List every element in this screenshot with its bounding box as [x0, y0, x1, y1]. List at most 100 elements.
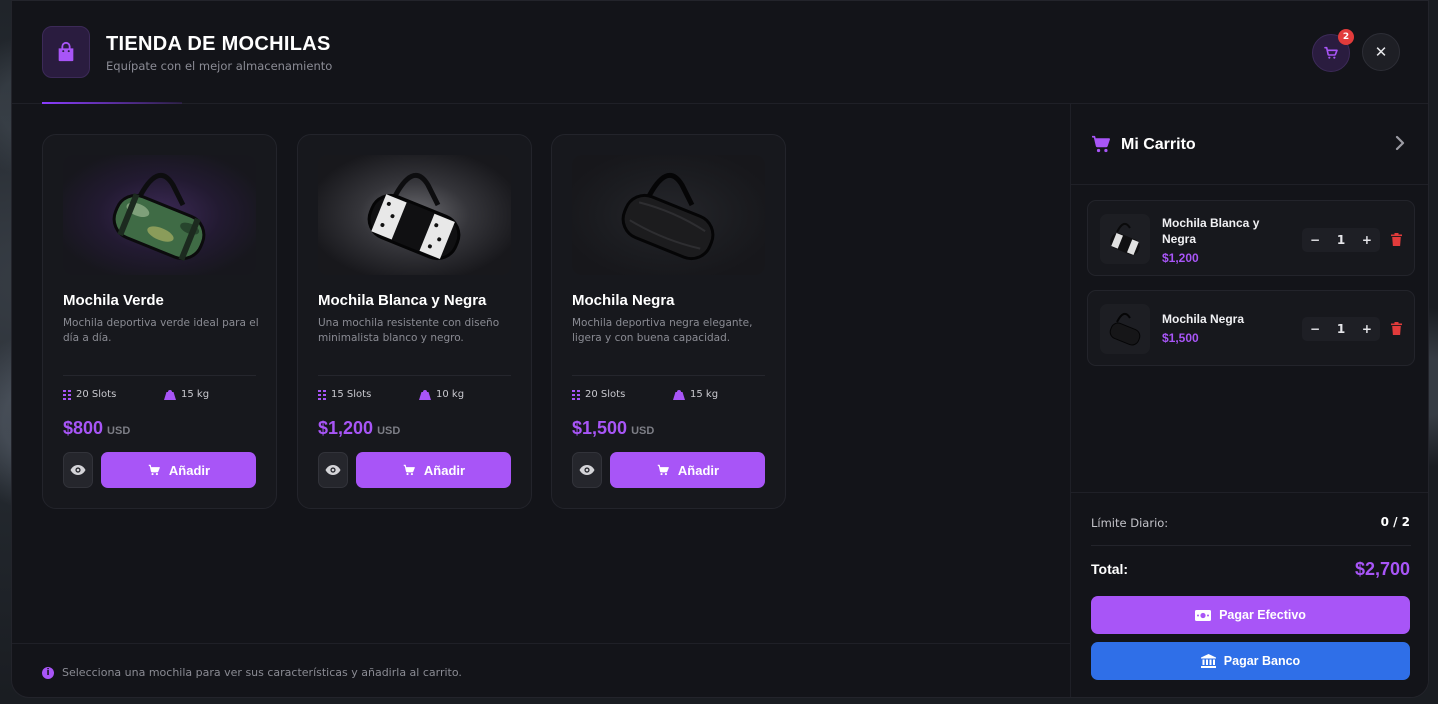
pay-cash-label: Pagar Efectivo: [1219, 608, 1306, 622]
trash-icon[interactable]: [1391, 322, 1402, 335]
weight-stat: 15 kg: [673, 389, 718, 400]
weight-stat: 15 kg: [164, 389, 209, 400]
pay-cash-button[interactable]: Pagar Efectivo: [1091, 596, 1410, 634]
decrease-button[interactable]: −: [1310, 322, 1320, 336]
price-value: $800: [63, 418, 104, 438]
item-thumbnail: [1100, 214, 1150, 264]
divider: [572, 375, 765, 376]
cart-sidebar: Mi Carrito Mochila Blanca y Negra $1,200…: [1070, 104, 1428, 697]
item-name: Mochila Blanca y Negra: [1162, 216, 1260, 246]
view-details-button[interactable]: [63, 452, 93, 488]
cart-count-badge: 2: [1338, 29, 1354, 45]
cart-icon: [657, 464, 669, 476]
product-image: [318, 155, 511, 275]
slots-label: 20 Slots: [585, 389, 626, 400]
cart-title: Mi Carrito: [1121, 136, 1196, 153]
close-icon: ✕: [1374, 43, 1388, 61]
trash-icon[interactable]: [1391, 233, 1402, 246]
slots-stat: 20 Slots: [572, 389, 625, 400]
cart-item: Mochila Blanca y Negra $1,200 − 1 +: [1087, 200, 1415, 276]
page-title: TIENDA DE MOCHILAS: [106, 33, 331, 55]
eye-icon: [579, 465, 595, 475]
item-price: $1,500: [1162, 331, 1199, 345]
add-to-cart-button[interactable]: Añadir: [101, 452, 256, 488]
cart-icon: [403, 464, 415, 476]
slots-label: 20 Slots: [76, 389, 117, 400]
product-card: Mochila Negra Mochila deportiva negra el…: [551, 134, 786, 509]
product-image: [63, 155, 256, 275]
view-details-button[interactable]: [318, 452, 348, 488]
cart-icon: [1324, 46, 1338, 59]
increase-button[interactable]: +: [1362, 322, 1372, 336]
weight-icon: [673, 390, 685, 400]
grid-icon: [572, 389, 580, 400]
quantity-stepper: − 1 +: [1302, 317, 1380, 341]
weight-icon: [419, 390, 431, 400]
product-description: Mochila deportiva verde ideal para el dí…: [63, 317, 259, 344]
divider: [63, 375, 256, 376]
price-value: $1,200: [318, 418, 374, 438]
grid-icon: [63, 389, 71, 400]
cart-header: Mi Carrito: [1071, 104, 1428, 185]
product-description: Mochila deportiva negra elegante, ligera…: [572, 317, 753, 344]
chevron-right-icon[interactable]: [1394, 135, 1406, 151]
daily-limit-value: 0 / 2: [1380, 515, 1410, 529]
info-icon: i: [42, 666, 54, 679]
slots-label: 15 Slots: [331, 389, 372, 400]
product-name: Mochila Verde: [63, 292, 164, 309]
product-price: $1,500 USD: [572, 418, 654, 439]
bank-icon: [1200, 654, 1216, 668]
cart-summary: Límite Diario: 0 / 2 Total: $2,700 Pagar…: [1071, 492, 1428, 697]
eye-icon: [325, 465, 341, 475]
divider: [1091, 545, 1411, 546]
shopping-bag-icon: [42, 26, 90, 78]
add-button-label: Añadir: [423, 462, 466, 478]
add-button-label: Añadir: [677, 462, 720, 478]
product-card: Mochila Verde Mochila deportiva verde id…: [42, 134, 277, 509]
pay-bank-label: Pagar Banco: [1223, 654, 1301, 668]
price-currency: USD: [107, 425, 131, 437]
footer-hint-text: Selecciona una mochila para ver sus cara…: [62, 666, 462, 679]
cart-icon: [148, 464, 160, 476]
cash-icon: [1195, 609, 1212, 621]
pay-bank-button[interactable]: Pagar Banco: [1091, 642, 1410, 680]
daily-limit-label: Límite Diario:: [1091, 516, 1169, 530]
header: TIENDA DE MOCHILAS Equípate con el mejor…: [12, 1, 1428, 104]
product-grid: Mochila Verde Mochila deportiva verde id…: [12, 104, 1070, 697]
slots-stat: 20 Slots: [63, 389, 116, 400]
decrease-button[interactable]: −: [1310, 233, 1320, 247]
grid-icon: [318, 389, 326, 400]
item-thumbnail: [1100, 304, 1150, 354]
add-to-cart-button[interactable]: Añadir: [356, 452, 511, 488]
quantity-stepper: − 1 +: [1302, 228, 1380, 252]
add-to-cart-button[interactable]: Añadir: [610, 452, 765, 488]
shop-window: TIENDA DE MOCHILAS Equípate con el mejor…: [11, 0, 1429, 698]
close-button[interactable]: ✕: [1362, 33, 1400, 71]
weight-label: 15 kg: [181, 389, 210, 400]
weight-icon: [164, 390, 176, 400]
product-name: Mochila Negra: [572, 292, 675, 309]
slots-stat: 15 Slots: [318, 389, 371, 400]
product-image: [572, 155, 765, 275]
product-description: Una mochila resistente con diseño minima…: [318, 317, 500, 344]
increase-button[interactable]: +: [1362, 233, 1372, 247]
cart-icon: [1092, 135, 1110, 153]
item-name: Mochila Negra: [1162, 312, 1245, 326]
product-price: $1,200 USD: [318, 418, 400, 439]
view-details-button[interactable]: [572, 452, 602, 488]
weight-stat: 10 kg: [419, 389, 464, 400]
divider: [318, 375, 511, 376]
product-name: Mochila Blanca y Negra: [318, 292, 487, 309]
price-currency: USD: [377, 425, 401, 437]
total-label: Total:: [1091, 561, 1129, 577]
product-card: Mochila Blanca y Negra Una mochila resis…: [297, 134, 532, 509]
price-value: $1,500: [572, 418, 628, 438]
quantity-value: 1: [1336, 322, 1346, 336]
eye-icon: [70, 465, 86, 475]
footer-hint: i Selecciona una mochila para ver sus ca…: [12, 643, 1070, 697]
total-value: $2,700: [1354, 559, 1410, 579]
weight-label: 10 kg: [436, 389, 465, 400]
cart-item: Mochila Negra $1,500 − 1 +: [1087, 290, 1415, 366]
item-price: $1,200: [1162, 251, 1199, 265]
page-subtitle: Equípate con el mejor almacenamiento: [106, 59, 333, 73]
